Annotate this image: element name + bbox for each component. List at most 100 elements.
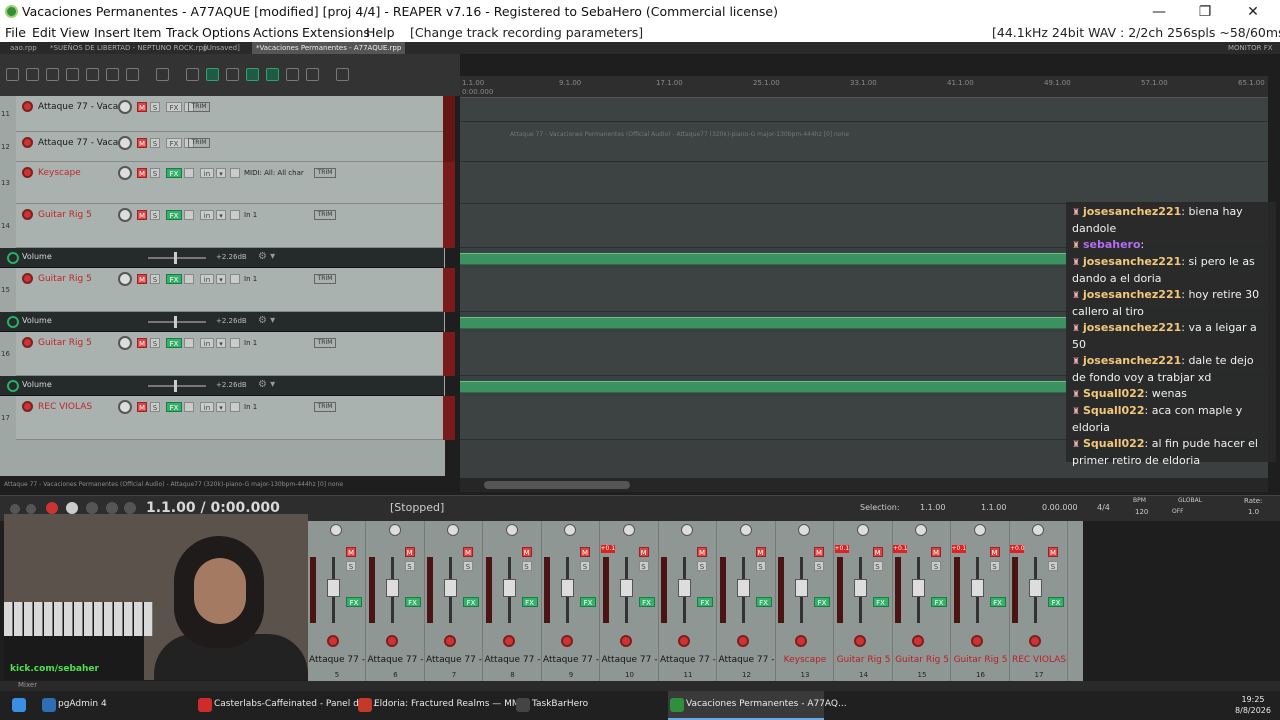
mute-button[interactable]: M bbox=[1048, 547, 1058, 557]
mute-button[interactable]: M bbox=[404, 547, 415, 557]
input-monitor-button[interactable]: in bbox=[200, 274, 214, 284]
bpm-value[interactable]: 120 bbox=[1135, 508, 1148, 516]
mute-button[interactable]: M bbox=[989, 547, 1000, 557]
track-row[interactable]: Guitar Rig 5 M S FX in ▾ In 1 TRIM bbox=[16, 268, 444, 312]
track-row[interactable]: Keyscape M S FX in ▾ MIDI: All: All char TRIM bbox=[16, 162, 444, 204]
volume-knob[interactable] bbox=[118, 166, 132, 180]
minimize-button[interactable]: — bbox=[1136, 2, 1182, 22]
strip-name[interactable]: Guitar Rig 5 bbox=[893, 655, 951, 665]
ruler-bar-label[interactable]: 1.1.00 bbox=[462, 79, 484, 87]
record-arm-button[interactable] bbox=[561, 635, 573, 647]
track-lane[interactable] bbox=[460, 122, 1268, 162]
volume-envelope-row[interactable]: Volume +2.26dB ⚙ ▾ bbox=[0, 376, 444, 396]
fx-button[interactable]: FX bbox=[166, 402, 182, 412]
volume-fader[interactable] bbox=[1029, 579, 1042, 597]
volume-fader[interactable] bbox=[912, 579, 925, 597]
volume-envelope-lane[interactable] bbox=[460, 381, 1067, 393]
gear-icon[interactable]: ⚙ ▾ bbox=[258, 379, 275, 390]
maximize-button[interactable]: ❐ bbox=[1182, 2, 1228, 22]
pan-knob[interactable] bbox=[739, 524, 752, 536]
solo-button[interactable]: S bbox=[463, 561, 473, 571]
record-arm-button[interactable] bbox=[619, 635, 632, 647]
input-icon[interactable] bbox=[230, 210, 240, 220]
track-name[interactable]: Attaque 77 - Vaca bbox=[38, 138, 118, 148]
fx-button[interactable]: FX bbox=[166, 168, 182, 178]
volume-knob[interactable] bbox=[118, 100, 132, 114]
fx-button[interactable]: FX bbox=[166, 210, 182, 220]
volume-fader[interactable] bbox=[619, 579, 633, 597]
track-row[interactable]: Attaque 77 - Vaca M S FX TRIM bbox=[16, 96, 444, 132]
project-tab[interactable]: *SUEÑOS DE LIBERTAD - NEPTUNO ROCK.rpp bbox=[46, 42, 211, 54]
mute-button[interactable]: M bbox=[580, 547, 590, 557]
fx-button[interactable]: FX bbox=[638, 597, 655, 607]
menu-actions[interactable]: Actions bbox=[253, 25, 299, 40]
strip-name[interactable]: Attaque 77 - bbox=[367, 655, 425, 665]
pan-knob[interactable] bbox=[915, 524, 927, 536]
envelope-slider-track[interactable] bbox=[148, 257, 206, 259]
ruler-bar-label[interactable]: 33.1.00 bbox=[850, 79, 877, 87]
metronome-icon[interactable] bbox=[126, 68, 139, 81]
play-button[interactable] bbox=[66, 502, 78, 514]
volume-knob[interactable] bbox=[118, 336, 132, 350]
open-project-icon[interactable] bbox=[26, 68, 39, 81]
menu-help[interactable]: Help bbox=[366, 25, 395, 40]
track-name[interactable]: Attaque 77 - Vaca bbox=[38, 102, 118, 112]
mixer-strip[interactable]: M S FX Attaque 77 - 12 bbox=[718, 521, 776, 681]
horizontal-scrollbar[interactable] bbox=[460, 478, 1268, 492]
lock-icon[interactable] bbox=[286, 68, 299, 81]
mute-button[interactable]: M bbox=[137, 102, 147, 112]
menu-insert[interactable]: Insert bbox=[94, 25, 130, 40]
record-arm-button[interactable] bbox=[22, 337, 33, 348]
stop-button[interactable] bbox=[106, 502, 118, 514]
solo-button[interactable]: S bbox=[580, 561, 590, 571]
record-arm-button[interactable] bbox=[22, 401, 33, 412]
mute-button[interactable]: M bbox=[137, 168, 147, 178]
envelope-slider-thumb[interactable] bbox=[174, 252, 177, 264]
volume-knob[interactable] bbox=[118, 400, 132, 414]
record-arm-button[interactable] bbox=[678, 635, 690, 647]
fx-button[interactable]: FX bbox=[166, 102, 182, 112]
strip-name[interactable]: Attaque 77 - bbox=[425, 655, 483, 665]
record-input-select[interactable]: In 1 bbox=[244, 211, 257, 219]
mixer-strip[interactable]: M S FX Attaque 77 - 11 bbox=[659, 521, 717, 681]
ripple-edit-icon[interactable] bbox=[186, 68, 199, 81]
envelope-slider-thumb[interactable] bbox=[174, 380, 177, 392]
scrollbar-thumb[interactable] bbox=[484, 481, 630, 489]
track-name[interactable]: Guitar Rig 5 bbox=[38, 274, 92, 284]
volume-knob[interactable] bbox=[118, 272, 132, 286]
fx-bypass-button[interactable] bbox=[184, 338, 194, 348]
volume-knob[interactable] bbox=[118, 136, 132, 150]
track-name[interactable]: Guitar Rig 5 bbox=[38, 338, 92, 348]
automation-mode-button[interactable]: TRIM bbox=[314, 210, 336, 220]
fx-button[interactable]: FX bbox=[166, 338, 182, 348]
automation-mode-button[interactable]: TRIM bbox=[314, 274, 336, 284]
volume-knob[interactable] bbox=[118, 208, 132, 222]
menu-file[interactable]: File bbox=[5, 25, 26, 40]
solo-button[interactable]: S bbox=[150, 138, 160, 148]
strip-name[interactable]: Attaque 77 - bbox=[659, 655, 717, 665]
solo-button[interactable]: S bbox=[872, 561, 883, 571]
strip-name[interactable]: Attaque 77 - bbox=[308, 655, 366, 665]
strip-name[interactable]: Attaque 77 - bbox=[718, 655, 776, 665]
gear-icon[interactable]: ⚙ ▾ bbox=[258, 251, 275, 262]
ruler-bar-label[interactable]: 9.1.00 bbox=[559, 79, 581, 87]
envelope-slider-track[interactable] bbox=[148, 321, 206, 323]
save-project-icon[interactable] bbox=[46, 68, 59, 81]
chevron-down-icon[interactable]: ▾ bbox=[216, 210, 226, 220]
solo-button[interactable]: S bbox=[814, 561, 824, 571]
menu-options[interactable]: Options bbox=[202, 25, 250, 40]
strip-name[interactable]: Guitar Rig 5 bbox=[835, 655, 893, 665]
mute-button[interactable]: M bbox=[463, 547, 473, 557]
close-button[interactable]: ✕ bbox=[1230, 2, 1276, 22]
rewind-icon[interactable] bbox=[26, 504, 36, 514]
pan-knob[interactable] bbox=[330, 524, 342, 536]
fx-button[interactable]: FX bbox=[872, 597, 889, 607]
input-icon[interactable] bbox=[230, 402, 240, 412]
taskbar-app-button[interactable]: pgAdmin 4 bbox=[40, 691, 180, 720]
pan-knob[interactable] bbox=[447, 524, 459, 536]
ruler-bar-label[interactable]: 25.1.00 bbox=[753, 79, 780, 87]
pan-knob[interactable] bbox=[856, 524, 869, 536]
mute-button[interactable]: M bbox=[638, 547, 649, 557]
fx-button[interactable]: FX bbox=[931, 597, 947, 607]
record-arm-button[interactable] bbox=[970, 635, 983, 647]
